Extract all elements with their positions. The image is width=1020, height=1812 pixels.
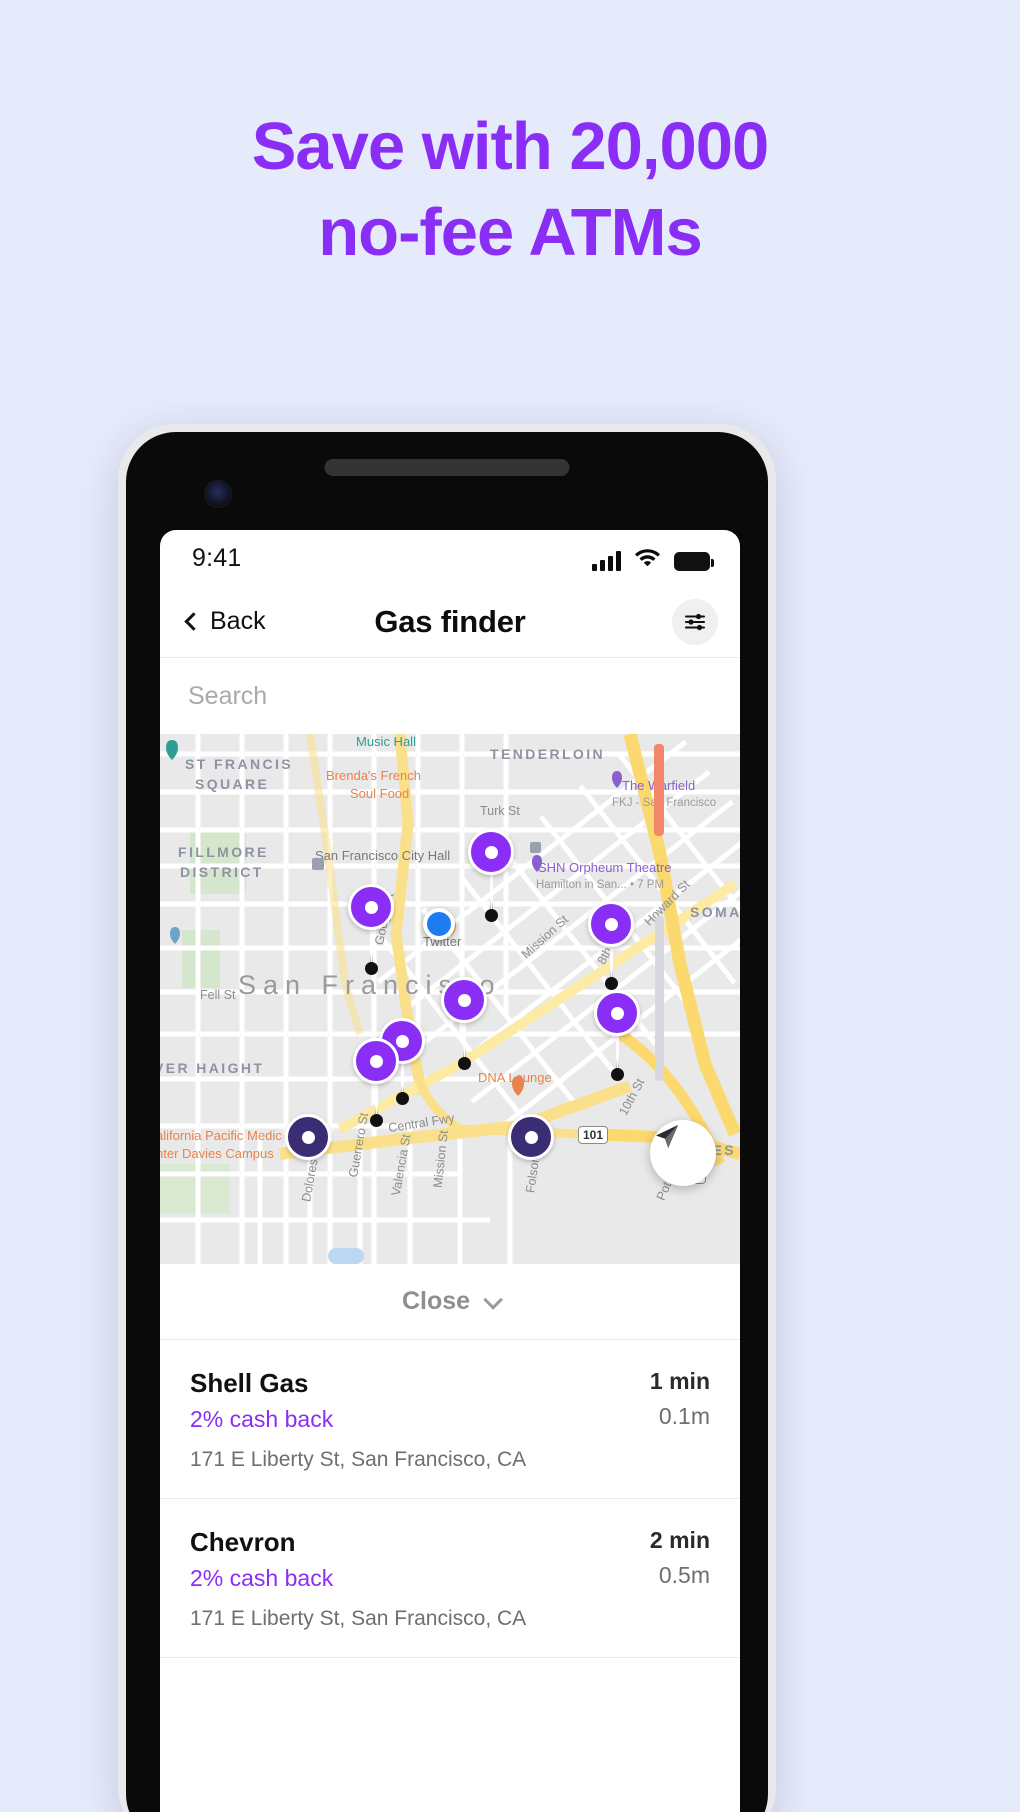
- front-camera-icon: [204, 480, 232, 508]
- chevron-left-icon: [184, 612, 203, 631]
- pin-dot: [369, 1054, 383, 1068]
- travel-time: 1 min: [649, 1368, 710, 1394]
- power-button[interactable]: [654, 744, 664, 836]
- row-details: Shell Gas 2% cash back 171 E Liberty St,…: [190, 1368, 526, 1472]
- status-icons: [592, 546, 714, 571]
- headline-line-1: Save with 20,000: [251, 109, 770, 184]
- table-row[interactable]: Chevron 2% cash back 171 E Liberty St, S…: [160, 1499, 740, 1658]
- pin-stem: [370, 1079, 383, 1127]
- back-button-label: Back: [210, 607, 266, 635]
- map-pin-atm-4[interactable]: [441, 977, 487, 1023]
- map-pin-atm-1[interactable]: [468, 829, 514, 875]
- phone-bezel: 9:41 Back Gas finder Search Music Hall T…: [126, 432, 768, 1812]
- chevron-down-icon: [483, 1289, 504, 1310]
- user-location-dot: [423, 908, 455, 940]
- recenter-button[interactable]: [650, 1120, 716, 1186]
- pin-dot: [604, 917, 618, 931]
- distance: 0.1m: [658, 1403, 710, 1429]
- map-pin-atm-5[interactable]: [594, 990, 640, 1036]
- pin-stem: [605, 942, 618, 990]
- row-details: Chevron 2% cash back 171 E Liberty St, S…: [190, 1527, 526, 1631]
- pin-dot: [301, 1130, 315, 1144]
- table-row[interactable]: Shell Gas 2% cash back 171 E Liberty St,…: [160, 1340, 740, 1499]
- phone-screen: 9:41 Back Gas finder Search Music Hall T…: [160, 530, 740, 1812]
- close-label: Close: [401, 1287, 471, 1315]
- battery-full-icon: [674, 551, 714, 571]
- station-name: Chevron: [190, 1527, 296, 1557]
- status-time: 9:41: [192, 543, 242, 572]
- headline-line-2: no-fee ATMs: [318, 194, 703, 270]
- volume-button[interactable]: [655, 916, 664, 1081]
- filter-button[interactable]: [672, 598, 718, 645]
- station-address: 171 E Liberty St, San Francisco, CA: [190, 1607, 527, 1630]
- filter-sliders-icon: [684, 613, 706, 630]
- cellular-signal-icon: [592, 550, 621, 571]
- row-metrics: 2 min 0.5m: [650, 1527, 710, 1589]
- pin-dot: [484, 845, 498, 859]
- station-address: 171 E Liberty St, San Francisco, CA: [190, 1448, 527, 1471]
- cash-back-badge: 2% cash back: [190, 1406, 334, 1432]
- map-pin-atm-7[interactable]: [353, 1038, 399, 1084]
- search-bar[interactable]: [160, 658, 740, 734]
- close-sheet-button[interactable]: Close: [160, 1264, 740, 1340]
- pin-dot: [457, 993, 471, 1007]
- earpiece-speaker: [324, 459, 570, 476]
- station-name: Shell Gas: [190, 1368, 309, 1398]
- pin-stem: [611, 1031, 624, 1081]
- pin-stem: [485, 870, 498, 922]
- pin-dot: [524, 1130, 538, 1144]
- pin-stem: [396, 1059, 409, 1105]
- search-input[interactable]: [188, 681, 712, 711]
- wifi-icon: [634, 546, 661, 571]
- map-pin-atm-2[interactable]: [348, 884, 394, 930]
- pin-dot: [395, 1034, 409, 1048]
- map-view[interactable]: Music Hall TENDERLOIN ST FRANCIS SQUARE …: [160, 734, 740, 1264]
- pin-stem: [365, 925, 378, 975]
- page-title: Save with 20,000 no-fee ATMs: [0, 104, 1020, 276]
- distance: 0.5m: [658, 1562, 710, 1588]
- travel-time: 2 min: [649, 1527, 710, 1553]
- back-button[interactable]: Back: [184, 607, 266, 636]
- map-pin-atm-3[interactable]: [588, 901, 634, 947]
- map-pin-atm-8[interactable]: [285, 1114, 331, 1160]
- status-bar: 9:41: [160, 530, 740, 586]
- row-metrics: 1 min 0.1m: [650, 1368, 710, 1430]
- pin-dot: [364, 900, 378, 914]
- navigation-arrow-icon: [656, 1125, 678, 1148]
- map-pin-atm-9[interactable]: [508, 1114, 554, 1160]
- results-list: Shell Gas 2% cash back 171 E Liberty St,…: [160, 1340, 740, 1658]
- cash-back-badge: 2% cash back: [190, 1565, 334, 1591]
- nav-bar: Back Gas finder: [160, 586, 740, 658]
- phone-mockup: 9:41 Back Gas finder Search Music Hall T…: [118, 424, 776, 1812]
- pin-stem: [458, 1018, 471, 1070]
- pin-dot: [610, 1006, 624, 1020]
